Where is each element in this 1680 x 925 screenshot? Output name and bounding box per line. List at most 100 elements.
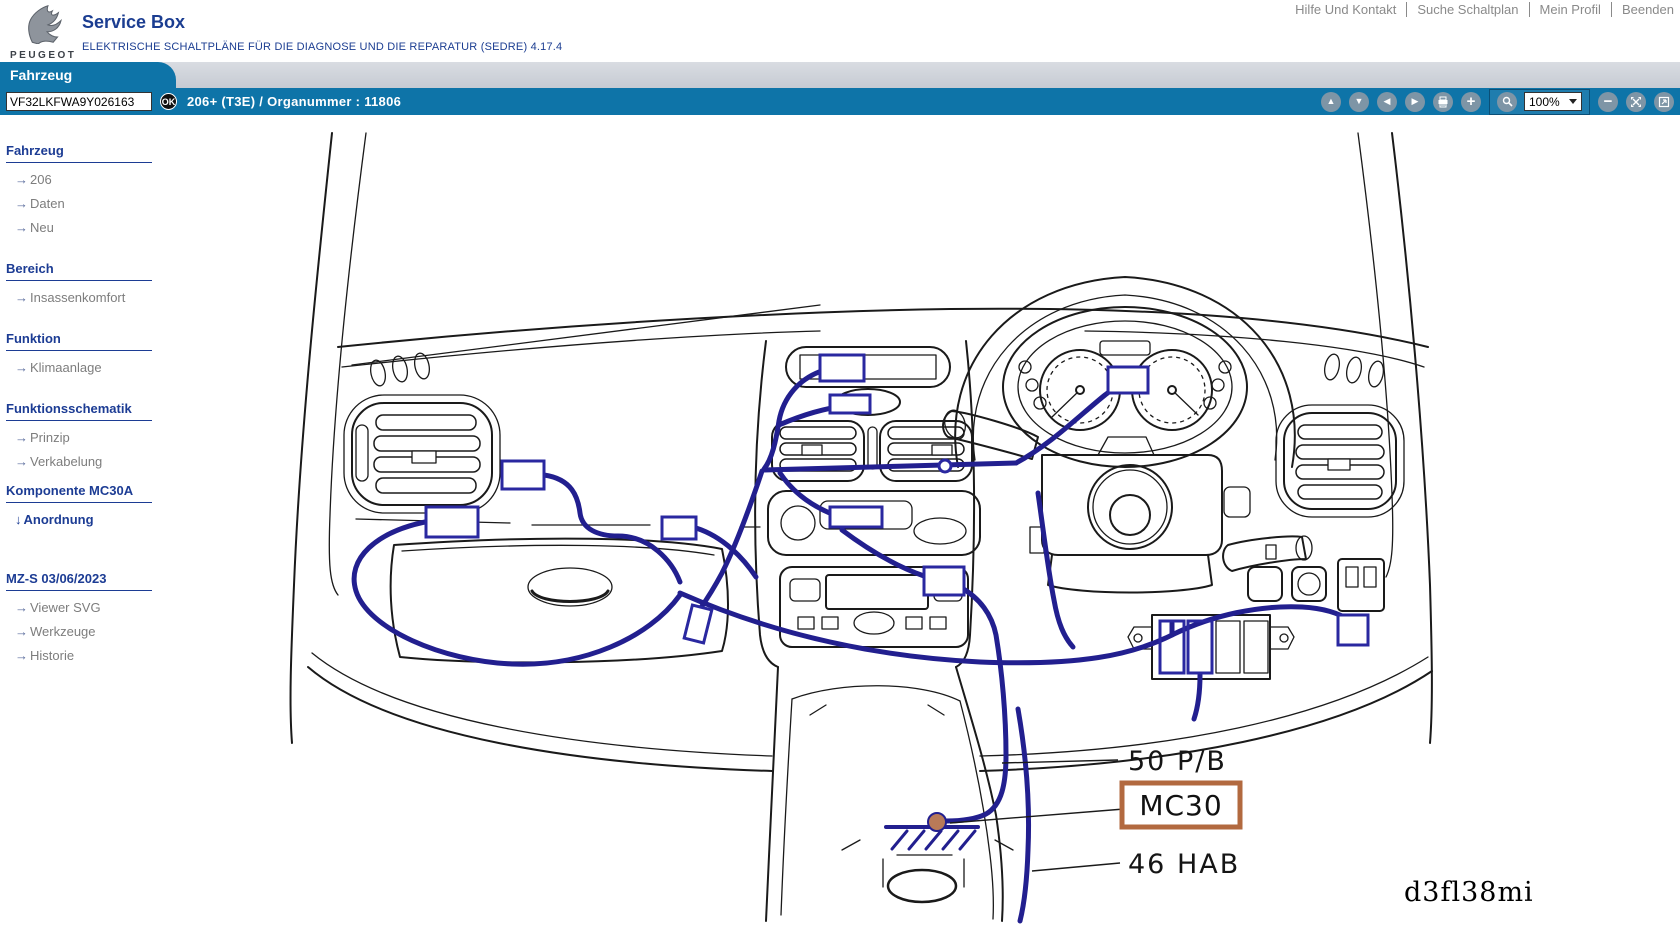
- link-beenden[interactable]: Beenden: [1611, 2, 1674, 17]
- steering-column: [1030, 437, 1250, 593]
- arrow-right-icon: →: [15, 600, 28, 615]
- left-speaker-grille: [368, 352, 431, 387]
- sidebar-item-label: Verkabelung: [30, 454, 102, 469]
- center-console: [766, 667, 1013, 921]
- sidebar-item-label: Werkzeuge: [30, 624, 96, 639]
- sidebar-item-daten[interactable]: →Daten: [15, 196, 180, 211]
- zoom-level-value: 100%: [1529, 95, 1560, 109]
- component-box-label: MC30: [1139, 789, 1222, 822]
- link-hilfe-und-kontakt[interactable]: Hilfe Und Kontakt: [1285, 2, 1406, 17]
- sidebar-section-komponente-mc30a: Komponente MC30A: [6, 483, 152, 503]
- center-stack: [755, 341, 980, 667]
- sidebar-item-viewer-svg[interactable]: →Viewer SVG: [15, 600, 180, 615]
- sidebar-item-prinzip[interactable]: →Prinzip: [15, 430, 180, 445]
- sidebar: Fahrzeug →206 →Daten →Neu Bereich →Insas…: [0, 115, 180, 925]
- up-arrow-icon: ▲: [1327, 97, 1336, 106]
- sidebar-item-label: Klimaanlage: [30, 360, 102, 375]
- arrow-right-icon: →: [15, 624, 28, 639]
- peugeot-logo: PEUGEOT: [10, 4, 72, 61]
- connector: [684, 605, 712, 643]
- down-arrow-icon: ▼: [1355, 97, 1364, 106]
- sidebar-item-label: Prinzip: [30, 430, 70, 445]
- sidebar-item-label: Neu: [30, 220, 54, 235]
- wiring-harness: [354, 369, 1350, 921]
- zoom-control-group: 100%: [1489, 89, 1590, 115]
- open-external-button[interactable]: [1654, 92, 1674, 112]
- sidebar-section-mzs: MZ-S 03/06/2023: [6, 571, 152, 591]
- app-subtitle: ELEKTRISCHE SCHALTPLÄNE FÜR DIE DIAGNOSE…: [82, 41, 562, 53]
- sidebar-item-klimaanlage[interactable]: →Klimaanlage: [15, 360, 180, 375]
- sidebar-item-label: Viewer SVG: [30, 600, 101, 615]
- zoom-level-select[interactable]: 100%: [1524, 92, 1582, 111]
- link-mein-profil[interactable]: Mein Profil: [1529, 2, 1611, 17]
- connector: [924, 567, 964, 595]
- ground-point-mc30: [928, 813, 946, 831]
- right-a-pillar: [1392, 133, 1432, 743]
- arrow-right-icon: →: [15, 430, 28, 445]
- print-button[interactable]: [1433, 92, 1453, 112]
- link-suche-schaltplan[interactable]: Suche Schaltplan: [1406, 2, 1528, 17]
- sidebar-item-verkabelung[interactable]: →Verkabelung: [15, 454, 180, 469]
- connector: [820, 355, 864, 381]
- sidebar-item-neu[interactable]: →Neu: [15, 220, 180, 235]
- wiring-diagram: 50 P/B MC30 46 HAB d3fl38mi: [180, 115, 1680, 925]
- sidebar-item-label: 206: [30, 172, 52, 187]
- header-links: Hilfe Und KontaktSuche SchaltplanMein Pr…: [1285, 2, 1674, 17]
- ok-button[interactable]: OK: [160, 93, 177, 110]
- arrow-right-icon: →: [15, 172, 28, 187]
- plus-icon: +: [1467, 94, 1476, 109]
- sidebar-item-insassenkomfort[interactable]: →Insassenkomfort: [15, 290, 180, 305]
- sidebar-section-funktionsschematik: Funktionsschematik: [6, 401, 152, 421]
- zoom-in-button[interactable]: +: [1461, 92, 1481, 112]
- drawing-code: d3fl38mi: [1404, 877, 1534, 908]
- arrow-right-icon: →: [15, 648, 28, 663]
- connector: [830, 507, 882, 527]
- move-right-button[interactable]: ▶: [1405, 92, 1425, 112]
- sidebar-section-bereich: Bereich: [6, 261, 152, 281]
- arrow-right-icon: →: [15, 220, 28, 235]
- minus-icon: −: [1604, 94, 1613, 109]
- move-up-button[interactable]: ▲: [1321, 92, 1341, 112]
- app-title: Service Box: [82, 12, 562, 33]
- sidebar-item-label: Insassenkomfort: [30, 290, 125, 305]
- connector: [662, 517, 696, 539]
- sidebar-item-anordnung[interactable]: ↓Anordnung: [15, 512, 180, 527]
- wire-label-46-hab: 46 HAB: [1128, 849, 1240, 880]
- peugeot-lion-icon: [18, 4, 64, 44]
- left-arrow-icon: ◀: [1384, 97, 1391, 106]
- connector: [1108, 367, 1148, 393]
- sidebar-section-fahrzeug: Fahrzeug: [6, 143, 152, 163]
- steering-stalks: [942, 408, 1312, 571]
- arrow-down-icon: ↓: [15, 512, 22, 527]
- magnifier-button[interactable]: [1497, 92, 1517, 112]
- sidebar-item-label: Daten: [30, 196, 65, 211]
- zoom-out-button[interactable]: −: [1598, 92, 1618, 112]
- sidebar-item-label: Historie: [30, 648, 74, 663]
- component-box-mc30[interactable]: MC30: [1122, 783, 1240, 827]
- toolbar: OK 206+ (T3E) / Organummer : 11806 ▲ ▼ ◀…: [0, 88, 1680, 115]
- external-window-icon: [1658, 96, 1670, 108]
- vehicle-info: 206+ (T3E) / Organummer : 11806: [187, 94, 401, 109]
- right-arrow-icon: ▶: [1412, 97, 1419, 106]
- sidebar-section-funktion: Funktion: [6, 331, 152, 351]
- connectors: [426, 355, 1368, 673]
- left-a-pillar: [291, 133, 332, 743]
- sidebar-item-label: Anordnung: [24, 512, 94, 527]
- connector: [1338, 615, 1368, 645]
- sidebar-item-werkzeuge[interactable]: →Werkzeuge: [15, 624, 180, 639]
- switch-panel: [1248, 559, 1384, 611]
- sidebar-item-206[interactable]: →206: [15, 172, 180, 187]
- diagram-panel: 50 P/B MC30 46 HAB d3fl38mi: [180, 115, 1680, 925]
- fit-screen-button[interactable]: [1626, 92, 1646, 112]
- tab-fahrzeug[interactable]: Fahrzeug: [0, 62, 176, 88]
- move-down-button[interactable]: ▼: [1349, 92, 1369, 112]
- tab-bar: Fahrzeug: [0, 62, 1680, 88]
- right-speaker-grille: [1322, 353, 1385, 388]
- left-air-vent: [344, 395, 500, 513]
- move-left-button[interactable]: ◀: [1377, 92, 1397, 112]
- vin-input[interactable]: [6, 92, 152, 111]
- chevron-down-icon: [1569, 99, 1577, 104]
- printer-icon: [1437, 96, 1449, 108]
- connector: [502, 461, 544, 489]
- sidebar-item-historie[interactable]: →Historie: [15, 648, 180, 663]
